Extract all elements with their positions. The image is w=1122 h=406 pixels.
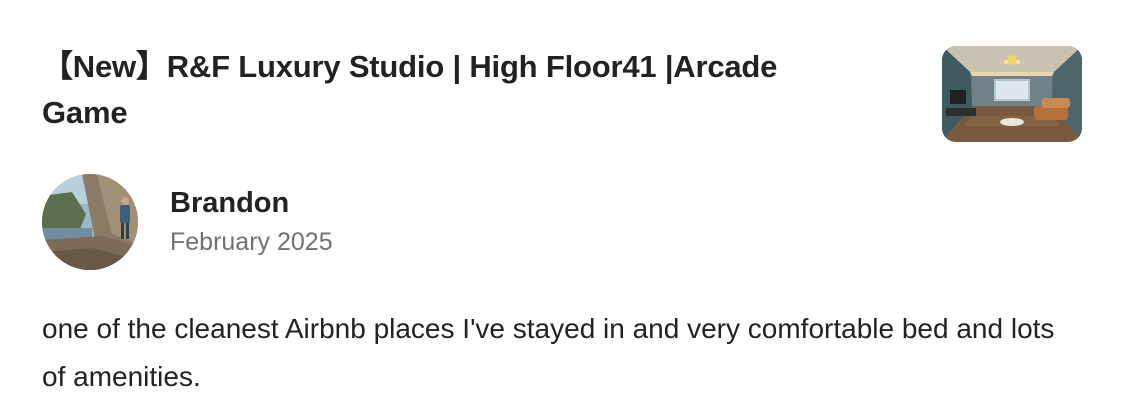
listing-title[interactable]: 【New】R&F Luxury Studio | High Floor41 |A… [42, 44, 802, 136]
review-text: one of the cleanest Airbnb places I've s… [42, 313, 1055, 392]
listing-thumbnail-image[interactable] [942, 46, 1082, 142]
reviewer-name[interactable]: Brandon [170, 185, 289, 221]
reviewer-avatar[interactable] [42, 174, 138, 270]
review-date: February 2025 [170, 228, 333, 256]
